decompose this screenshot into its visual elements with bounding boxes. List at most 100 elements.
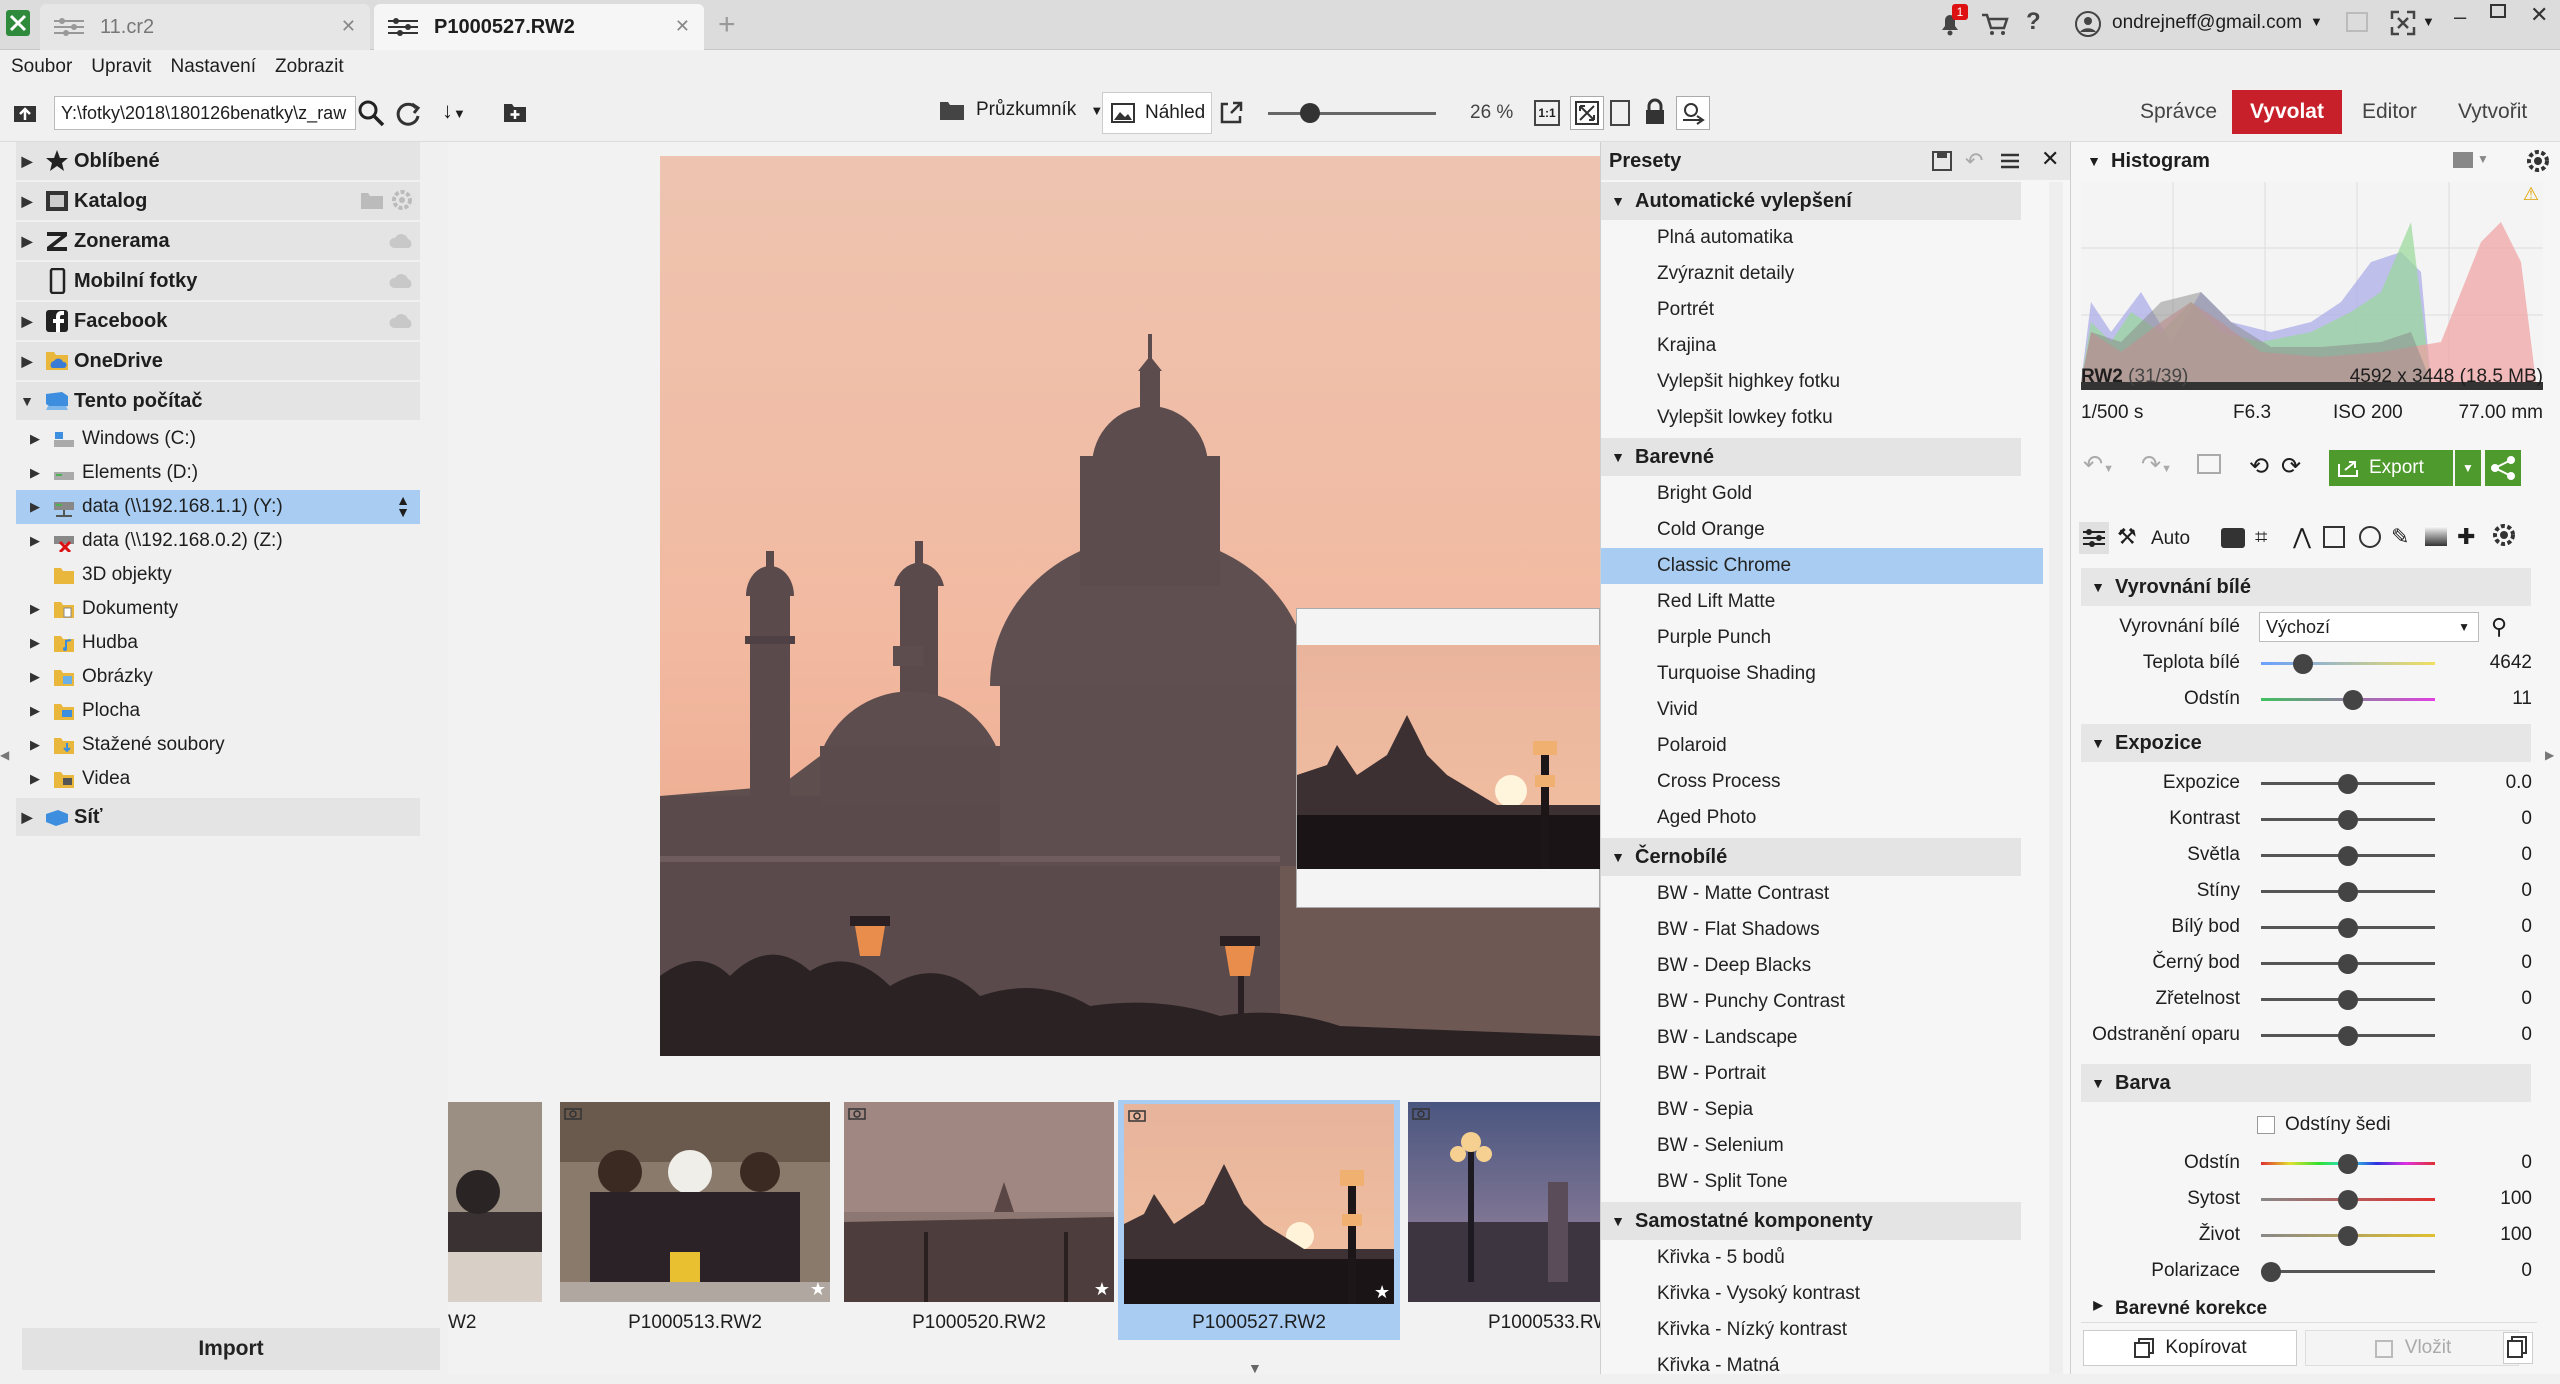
fit-height-icon[interactable] <box>1610 100 1630 126</box>
redo-icon[interactable]: ↷▼ <box>2141 450 2172 479</box>
slider-knob[interactable] <box>2261 1262 2281 1282</box>
slider-knob[interactable] <box>2338 774 2358 794</box>
nav-dokumenty[interactable]: ▶ Dokumenty <box>16 592 420 626</box>
mode-vytvorit[interactable]: Vytvořit <box>2458 100 2527 124</box>
preset-group-header[interactable]: ▼ Samostatné komponenty <box>1601 1202 2021 1240</box>
nav-hudba[interactable]: ▶ Hudba <box>16 626 420 660</box>
new-tab-icon[interactable]: + <box>718 8 736 42</box>
mode-editor[interactable]: Editor <box>2362 100 2417 124</box>
text-icon[interactable] <box>2323 526 2345 548</box>
preset-item[interactable]: BW - Landscape <box>1601 1020 2043 1056</box>
preset-item[interactable]: BW - Flat Shadows <box>1601 912 2043 948</box>
brush-icon[interactable]: ✎ <box>2391 524 2409 550</box>
nav-facebook[interactable]: ▶ Facebook <box>16 302 420 340</box>
nav-katalog[interactable]: ▶ Katalog <box>16 182 420 220</box>
nav-videa[interactable]: ▶ Videa <box>16 762 420 796</box>
slider-knob[interactable] <box>2338 990 2358 1010</box>
collapse-icon[interactable]: ▼ <box>16 393 38 409</box>
preset-group-header[interactable]: ▼ Černobílé <box>1601 838 2021 876</box>
zoom-slider[interactable] <box>1268 112 1436 115</box>
chevron-down-icon[interactable]: ▼ <box>2477 152 2489 166</box>
nav-mobilni-fotky[interactable]: Mobilní fotky <box>16 262 420 300</box>
nav-tento-pocitac[interactable]: ▼ Tento počítač <box>16 382 420 420</box>
nav-sit[interactable]: ▶ Síť <box>16 798 420 836</box>
expand-icon[interactable]: ▶ <box>16 233 38 250</box>
nav-3d-objekty[interactable]: 3D objekty <box>16 558 420 592</box>
preset-group-header[interactable]: ▼ Barevné <box>1601 438 2021 476</box>
import-button[interactable]: Import <box>22 1328 440 1370</box>
close-icon[interactable]: ✕ <box>2530 2 2548 28</box>
export-dropdown[interactable]: ▼ <box>2455 450 2481 486</box>
lock-icon[interactable] <box>1644 98 1666 126</box>
preset-item[interactable]: BW - Portrait <box>1601 1056 2043 1092</box>
preset-item[interactable]: Křivka - Vysoký kontrast <box>1601 1276 2043 1312</box>
nav-drive-c[interactable]: ▶ Windows (C:) <box>16 422 420 456</box>
temp-slider-knob[interactable] <box>2293 654 2313 674</box>
star-icon[interactable]: ★ <box>810 1279 826 1300</box>
expand-icon[interactable]: ▶ <box>16 431 44 447</box>
tab-11cr2[interactable]: 11.cr2 ✕ <box>40 4 370 50</box>
export-button[interactable]: Export <box>2329 450 2453 486</box>
expand-icon[interactable]: ▶ <box>16 809 38 826</box>
refresh-icon[interactable] <box>394 100 422 128</box>
close-icon[interactable]: ✕ <box>341 16 356 37</box>
expand-icon[interactable]: ▶ <box>16 669 44 685</box>
nav-stazene[interactable]: ▶ Stažené soubory <box>16 728 420 762</box>
preset-item[interactable]: Red Lift Matte <box>1601 584 2043 620</box>
slider-knob[interactable] <box>2338 810 2358 830</box>
circle-icon[interactable] <box>2359 526 2381 548</box>
expand-icon[interactable]: ▶ <box>16 635 44 651</box>
slider-knob[interactable] <box>2338 1226 2358 1246</box>
camera-icon[interactable] <box>2221 528 2245 548</box>
preset-item[interactable]: Krajina <box>1601 328 2043 364</box>
close-icon[interactable]: ✕ <box>2041 146 2059 172</box>
rotate-right-icon[interactable]: ⟳ <box>2281 452 2301 481</box>
expand-icon[interactable]: ▶ <box>16 313 38 330</box>
menu-nastaveni[interactable]: Nastavení <box>170 56 256 78</box>
cart-icon[interactable] <box>1980 10 2010 38</box>
close-icon[interactable]: ✕ <box>675 16 690 37</box>
share-icon[interactable] <box>2485 450 2521 486</box>
undo-icon[interactable]: ↶ <box>1965 148 1983 174</box>
external-link-icon[interactable] <box>1218 100 1244 126</box>
clipboard-icon[interactable] <box>2503 1332 2533 1364</box>
preset-item[interactable]: BW - Sepia <box>1601 1092 2043 1128</box>
nav-oblibene[interactable]: ▶ Oblíbené <box>16 142 420 180</box>
preset-item[interactable]: Plná automatika <box>1601 220 2043 256</box>
wb-select[interactable]: Výchozí ▼ <box>2259 612 2479 642</box>
minimize-icon[interactable]: – <box>2454 4 2466 30</box>
nav-drive-y[interactable]: ▶ data (\\192.168.1.1) (Y:) ▲ ▼ <box>16 490 420 524</box>
nav-onedrive[interactable]: ▶ OneDrive <box>16 342 420 380</box>
preset-item[interactable]: Turquoise Shading <box>1601 656 2043 692</box>
expand-icon[interactable]: ▶ <box>16 601 44 617</box>
expand-icon[interactable]: ▶ <box>16 737 44 753</box>
nav-obrazky[interactable]: ▶ Obrázky <box>16 660 420 694</box>
sort-icon[interactable]: ↓▼ <box>442 98 466 124</box>
path-input[interactable]: Y:\fotky\2018\180126benatky\z_raw <box>54 96 356 130</box>
explorer-button[interactable]: Průzkumník ▼ <box>938 98 1103 122</box>
preset-item[interactable]: BW - Matte Contrast <box>1601 876 2043 912</box>
new-folder-icon[interactable] <box>502 100 528 124</box>
zoom-slider-knob[interactable] <box>1300 103 1320 123</box>
preset-item[interactable]: Křivka - Matná <box>1601 1348 2043 1384</box>
menu-zobrazit[interactable]: Zobrazit <box>275 56 344 78</box>
collapse-right-icon[interactable]: ▶ <box>2545 748 2554 762</box>
preset-item[interactable]: BW - Split Tone <box>1601 1164 2043 1200</box>
window-icon[interactable] <box>2346 12 2368 32</box>
expand-icon[interactable]: ▶ <box>16 533 44 549</box>
fit-screen-icon[interactable] <box>1570 96 1604 130</box>
expand-icon[interactable]: ▶ <box>16 153 38 170</box>
preset-item[interactable]: Aged Photo <box>1601 800 2043 836</box>
copy-button[interactable]: Kopírovat <box>2083 1330 2297 1366</box>
nav-plocha[interactable]: ▶ Plocha <box>16 694 420 728</box>
expand-icon[interactable]: ▶ <box>16 499 44 515</box>
paste-button[interactable]: Vložit <box>2305 1330 2519 1366</box>
user-icon[interactable] <box>2074 10 2102 38</box>
slider-knob[interactable] <box>2338 1190 2358 1210</box>
mode-spravce[interactable]: Správce <box>2140 100 2217 124</box>
preset-item[interactable]: Vylepšit highkey fotku <box>1601 364 2043 400</box>
thumb-1[interactable]: ★ <box>560 1102 830 1302</box>
rotate-left-icon[interactable]: ⟲ <box>2249 452 2269 481</box>
slider-knob[interactable] <box>2338 1154 2358 1174</box>
preset-item[interactable]: Cross Process <box>1601 764 2043 800</box>
